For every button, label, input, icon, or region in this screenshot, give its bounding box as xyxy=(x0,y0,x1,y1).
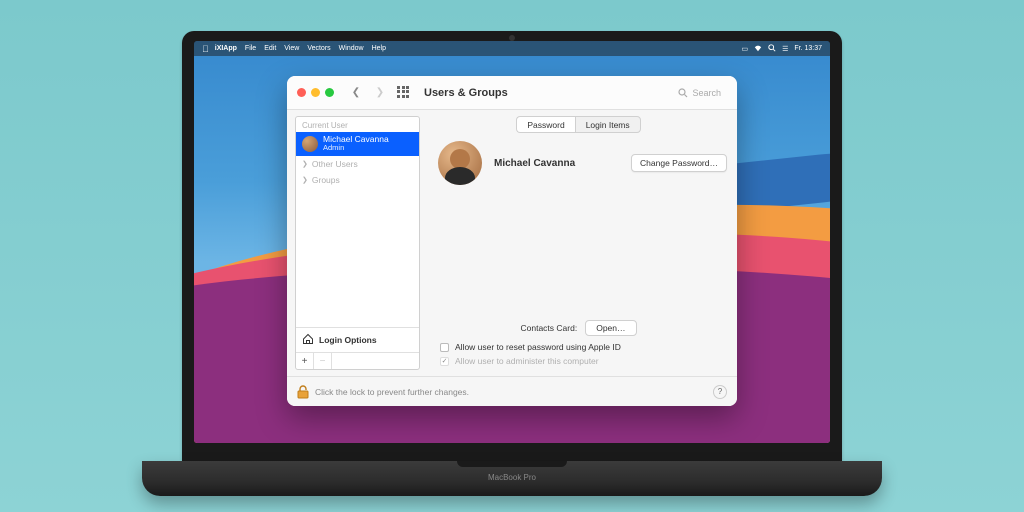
clock[interactable]: Fr. 13:37 xyxy=(794,45,822,52)
allow-reset-checkbox[interactable] xyxy=(440,343,449,352)
current-user-label: Current User xyxy=(296,117,419,132)
change-password-button[interactable]: Change Password… xyxy=(631,154,727,172)
window-body: Current User Michael Cavanna Admin ❯ xyxy=(287,110,737,376)
menu-file[interactable]: File xyxy=(245,45,256,52)
allow-reset-row[interactable]: Allow user to reset password using Apple… xyxy=(440,342,727,352)
battery-icon[interactable]: ▭ xyxy=(741,45,748,53)
permission-checks: Allow user to reset password using Apple… xyxy=(430,342,727,370)
laptop-lid:  iXIApp File Edit View Vectors Window H… xyxy=(182,31,842,461)
menu-edit[interactable]: Edit xyxy=(264,45,276,52)
screen:  iXIApp File Edit View Vectors Window H… xyxy=(194,41,830,443)
menubar:  iXIApp File Edit View Vectors Window H… xyxy=(194,41,830,56)
minimize-button[interactable] xyxy=(311,88,320,97)
wifi-icon[interactable] xyxy=(754,44,762,54)
menu-view[interactable]: View xyxy=(284,45,299,52)
remove-user-button[interactable]: − xyxy=(314,353,332,369)
titlebar: ❮ ❯ Users & Groups Search xyxy=(287,76,737,110)
lock-icon[interactable] xyxy=(297,385,309,399)
menu-help[interactable]: Help xyxy=(372,45,386,52)
close-button[interactable] xyxy=(297,88,306,97)
app-menu[interactable]: iXIApp xyxy=(215,45,237,52)
user-display-name: Michael Cavanna xyxy=(494,158,575,169)
menu-window[interactable]: Window xyxy=(339,45,364,52)
sidebar-other-users[interactable]: ❯ Other Users xyxy=(296,156,419,172)
users-sidebar: Current User Michael Cavanna Admin ❯ xyxy=(295,116,420,370)
preferences-window: ❮ ❯ Users & Groups Search Curr xyxy=(287,76,737,406)
tab-segment: Password Login Items xyxy=(430,116,727,133)
user-header: Michael Cavanna Change Password… xyxy=(430,141,727,185)
search-menu-icon[interactable] xyxy=(768,44,776,54)
allow-admin-checkbox: ✓ xyxy=(440,357,449,366)
home-icon xyxy=(302,333,314,347)
search-input[interactable]: Search xyxy=(672,86,727,100)
show-all-button[interactable] xyxy=(396,85,412,101)
add-remove-bar: + − xyxy=(296,352,419,369)
sidebar-groups[interactable]: ❯ Groups xyxy=(296,172,419,188)
apple-menu-icon[interactable]:  xyxy=(202,44,209,54)
laptop-frame:  iXIApp File Edit View Vectors Window H… xyxy=(142,31,882,511)
chevron-right-icon: ❯ xyxy=(302,176,308,184)
search-placeholder: Search xyxy=(692,88,721,98)
avatar-icon xyxy=(302,136,318,152)
main-panel: Password Login Items Michael Cavanna Cha… xyxy=(420,110,737,376)
avatar[interactable] xyxy=(438,141,482,185)
open-contacts-button[interactable]: Open… xyxy=(585,320,636,336)
window-footer: Click the lock to prevent further change… xyxy=(287,376,737,406)
allow-admin-row: ✓ Allow user to administer this computer xyxy=(440,356,727,366)
tab-password[interactable]: Password xyxy=(516,116,574,133)
window-controls xyxy=(297,88,334,97)
help-button[interactable]: ? xyxy=(713,385,727,399)
menu-vectors[interactable]: Vectors xyxy=(307,45,330,52)
lock-text: Click the lock to prevent further change… xyxy=(315,387,469,397)
window-title: Users & Groups xyxy=(424,87,508,99)
sidebar-user-current[interactable]: Michael Cavanna Admin xyxy=(296,132,419,156)
login-options-button[interactable]: Login Options xyxy=(296,327,419,352)
forward-button[interactable]: ❯ xyxy=(372,85,388,101)
contacts-card-row: Contacts Card: Open… xyxy=(430,320,727,336)
chevron-right-icon: ❯ xyxy=(302,160,308,168)
back-button[interactable]: ❮ xyxy=(348,85,364,101)
laptop-base: MacBook Pro xyxy=(142,461,882,496)
add-user-button[interactable]: + xyxy=(296,353,314,369)
maximize-button[interactable] xyxy=(325,88,334,97)
tab-login-items[interactable]: Login Items xyxy=(575,116,641,133)
desktop:  iXIApp File Edit View Vectors Window H… xyxy=(194,41,830,443)
laptop-label: MacBook Pro xyxy=(488,473,536,482)
sidebar-user-role: Admin xyxy=(323,144,389,152)
contacts-card-label: Contacts Card: xyxy=(521,323,578,333)
control-center-icon[interactable]: ☰ xyxy=(782,45,788,53)
